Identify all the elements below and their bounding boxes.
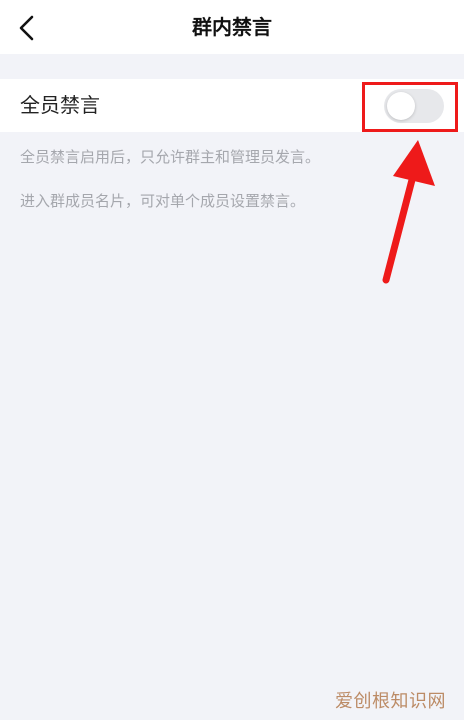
- mute-all-toggle[interactable]: [384, 89, 444, 123]
- member-mute-description: 进入群成员名片，可对单个成员设置禁言。: [20, 192, 306, 210]
- nav-bar: 群内禁言: [0, 0, 464, 54]
- red-arrow-annotation: [382, 140, 435, 284]
- page-title: 群内禁言: [192, 15, 272, 39]
- mute-all-description: 全员禁言启用后，只允许群主和管理员发言。: [20, 148, 321, 166]
- toggle-knob: [387, 92, 415, 120]
- mute-all-label: 全员禁言: [20, 93, 100, 117]
- watermark: 爱创根知识网: [335, 691, 446, 712]
